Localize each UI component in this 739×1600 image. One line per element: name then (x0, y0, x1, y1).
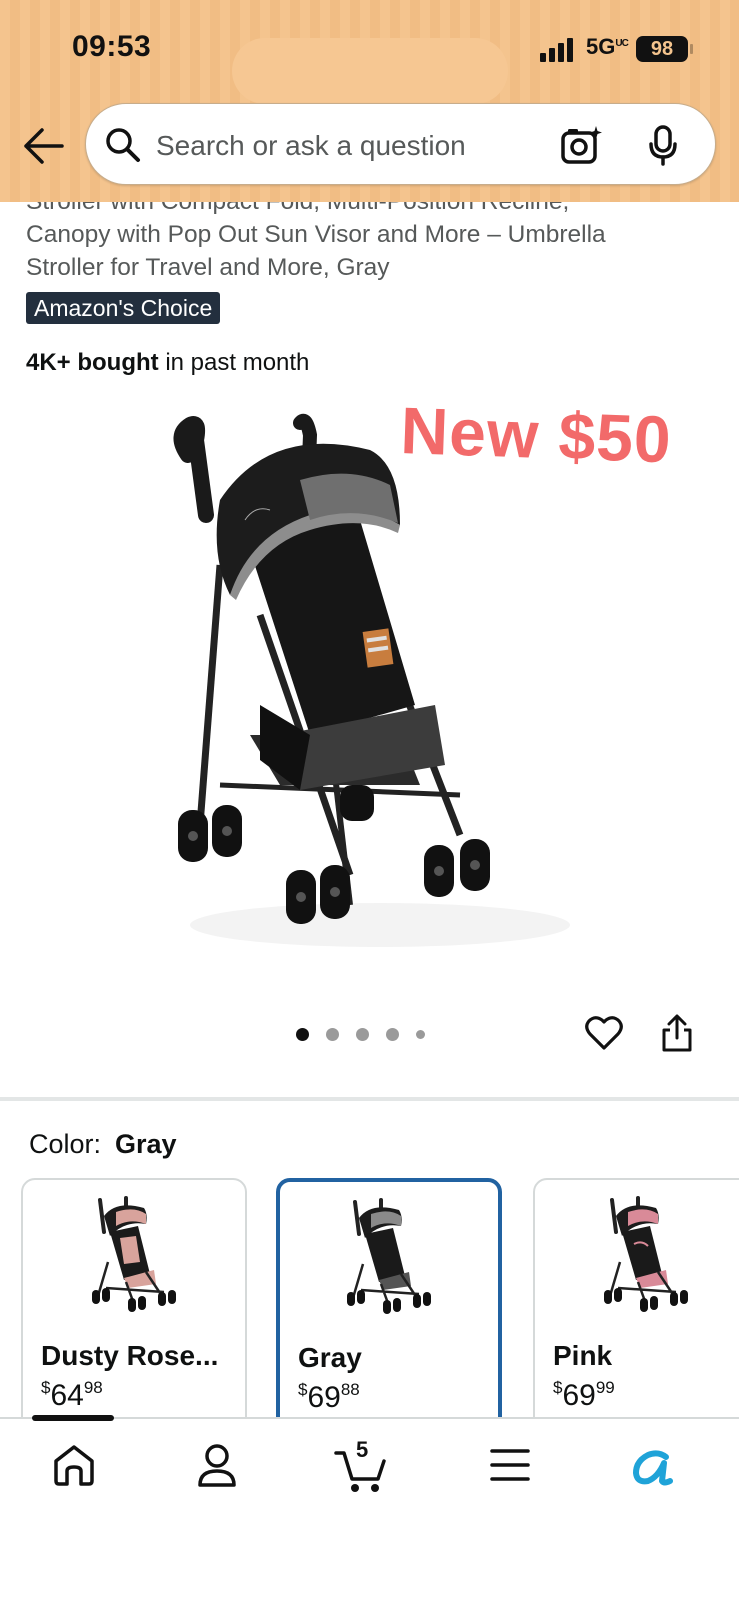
color-option-name: Dusty Rose... (41, 1340, 219, 1371)
camera-search-icon[interactable] (560, 124, 604, 166)
back-arrow-icon[interactable] (22, 126, 64, 166)
dynamic-island (232, 38, 508, 104)
carousel-dot[interactable] (296, 1027, 309, 1041)
stroller-thumbnail (604, 1196, 688, 1312)
account-icon[interactable] (193, 1441, 241, 1489)
color-option-name: Pink (553, 1340, 613, 1371)
stroller-thumbnail (92, 1196, 176, 1312)
color-option-price: $6988 (298, 1380, 360, 1414)
home-icon[interactable] (50, 1441, 98, 1489)
menu-icon[interactable] (486, 1441, 534, 1489)
cart-count: 5 (356, 1437, 369, 1462)
section-divider (0, 1097, 739, 1101)
search-input[interactable]: Search or ask a question (156, 130, 466, 162)
cart-button[interactable]: 5 (334, 1437, 390, 1497)
network-indicator: 5GUC (586, 34, 629, 59)
carousel-dot[interactable] (326, 1027, 339, 1041)
battery-indicator: 98 (636, 36, 688, 62)
carousel-dot[interactable] (386, 1027, 399, 1041)
rufus-icon[interactable] (628, 1441, 676, 1489)
product-title-line: Canopy with Pop Out Sun Visor and More –… (26, 221, 606, 248)
color-label: Color: Gray (29, 1129, 177, 1159)
carousel-dot[interactable] (416, 1029, 425, 1039)
promo-price-overlay: New $50 (399, 392, 673, 477)
color-option-price: $6498 (41, 1378, 103, 1412)
color-option-name: Gray (298, 1342, 362, 1373)
color-option-price: $6999 (553, 1378, 615, 1412)
amazons-choice-badge[interactable]: Amazon's Choice (26, 292, 221, 324)
stroller-product-image[interactable] (160, 405, 580, 965)
search-icon (106, 128, 140, 162)
color-option-gray[interactable]: Gray $6988 (276, 1178, 502, 1438)
carousel-dot[interactable] (356, 1027, 369, 1041)
color-option-dusty-rose[interactable]: Dusty Rose... $6498 (21, 1178, 247, 1438)
bottom-navigation: 5 (0, 1415, 739, 1600)
bought-in-past-month: 4K+ bought in past month (26, 349, 310, 376)
image-carousel-dots[interactable] (296, 1026, 425, 1042)
active-tab-indicator (32, 1415, 114, 1421)
signal-icon (540, 38, 580, 62)
color-option-pink[interactable]: Pink $6999 (533, 1178, 739, 1438)
search-bar[interactable]: Search or ask a question (85, 103, 716, 185)
heart-icon[interactable] (584, 1013, 624, 1053)
microphone-icon[interactable] (648, 124, 678, 166)
app-header: 09:53 5GUC 98 Search or ask a question (0, 0, 739, 202)
share-icon[interactable] (660, 1012, 694, 1054)
status-time: 09:53 (72, 30, 152, 63)
stroller-thumbnail (347, 1198, 431, 1314)
product-title-line: Stroller for Travel and More, Gray (26, 254, 390, 281)
battery-tip (690, 44, 693, 54)
